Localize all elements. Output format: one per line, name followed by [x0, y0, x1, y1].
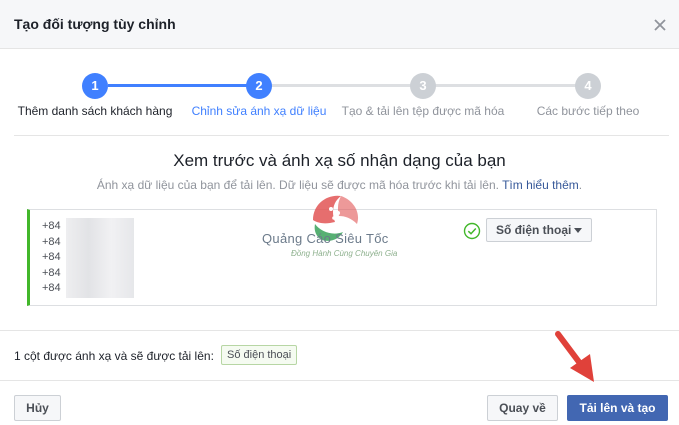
progress-stepper: 1 2 3 4 Thêm danh sách khách hàng Chỉnh …: [0, 68, 679, 128]
step-4-label: Các bước tiếp theo: [536, 104, 640, 118]
step-3-label: Tạo & tải lên tệp được mã hóa: [341, 104, 505, 118]
list-item: +84: [42, 266, 61, 279]
step-2-circle: 2: [246, 73, 272, 99]
list-item: +84: [42, 235, 61, 248]
list-item: +84: [42, 282, 61, 294]
list-item: +84: [42, 220, 61, 232]
column-type-select[interactable]: Số điện thoại: [486, 218, 592, 242]
watermark-tagline: Đồng Hành Cùng Chuyên Gia: [291, 249, 398, 258]
section-title: Xem trước và ánh xạ số nhận dạng của bạn: [173, 151, 506, 170]
dialog-title: Tạo đối tượng tùy chỉnh: [14, 16, 176, 32]
dialog-header: Tạo đối tượng tùy chỉnh: [0, 0, 679, 49]
close-icon[interactable]: [651, 16, 669, 34]
watermark-brand: Quảng Cáo Siêu Tốc: [262, 231, 389, 246]
redacted-values: [66, 218, 134, 298]
column-type-value: Số điện thoại: [496, 223, 572, 237]
step-connector: [108, 84, 259, 87]
phone-column: +84 +84 +84 +84 +84: [42, 219, 61, 297]
caret-down-icon: [574, 228, 582, 233]
back-button[interactable]: Quay về: [487, 395, 558, 421]
step-3-circle: 3: [410, 73, 436, 99]
divider: [14, 135, 669, 136]
learn-more-link[interactable]: Tìm hiểu thêm: [502, 178, 579, 192]
description-period: .: [578, 178, 583, 192]
mapped-summary-text: 1 cột được ánh xạ và sẽ được tải lên:: [14, 349, 214, 363]
list-item: +84: [42, 251, 61, 263]
custom-audience-dialog: Tạo đối tượng tùy chỉnh 1 2 3 4 Thêm dan…: [0, 0, 679, 425]
mapped-column-badge: Số điện thoại: [221, 345, 298, 365]
step-4-circle: 4: [575, 73, 601, 99]
step-1-label: Thêm danh sách khách hàng: [17, 104, 173, 118]
check-circle-icon: [463, 222, 481, 240]
upload-and-create-button[interactable]: Tải lên và tạo: [567, 395, 668, 421]
step-1-circle: 1: [82, 73, 108, 99]
cancel-button[interactable]: Hủy: [14, 395, 61, 421]
step-2-label: Chỉnh sửa ánh xạ dữ liệu: [191, 104, 327, 118]
annotation-arrow-icon: [555, 331, 594, 382]
